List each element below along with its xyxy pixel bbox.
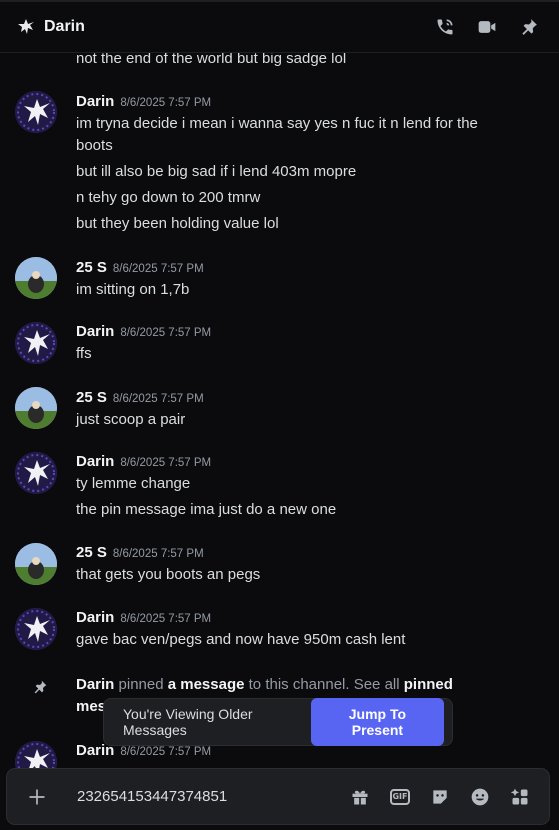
message-author[interactable]: Darin 8/6/2025 7:57 PM <box>76 452 211 473</box>
jump-to-present-button[interactable]: Jump To Present <box>310 698 444 746</box>
message-timestamp: 8/6/2025 7:57 PM <box>120 457 212 469</box>
message-timestamp: 8/6/2025 7:57 PM <box>112 393 204 405</box>
message-text: the pin message ima just do a new one <box>76 501 337 518</box>
message-timestamp: 8/6/2025 7:57 PM <box>120 613 212 625</box>
avatar[interactable] <box>15 452 57 494</box>
message-author[interactable]: Darin 8/6/2025 7:57 PM <box>76 322 211 343</box>
message-composer: GIF <box>6 768 550 825</box>
emoji-icon[interactable] <box>470 787 490 807</box>
gift-icon[interactable] <box>350 787 370 807</box>
phone-call-icon[interactable] <box>435 17 455 37</box>
video-camera-icon[interactable] <box>477 17 497 37</box>
pin-message-link[interactable]: a message <box>168 676 245 693</box>
message-text: n tehy go down to 200 tmrw <box>76 189 261 206</box>
message-timestamp: 8/6/2025 7:57 PM <box>120 746 212 758</box>
pinned-messages-link[interactable]: pinned <box>404 676 453 693</box>
channel-title: Darin <box>44 18 85 35</box>
message-text: but they been holding value lol <box>76 215 279 232</box>
avatar[interactable] <box>15 387 57 429</box>
avatar[interactable] <box>15 543 57 585</box>
pin-system-message: Darin pinned a message to this channel. … <box>76 676 453 693</box>
message-author[interactable]: 25 S 8/6/2025 7:57 PM <box>76 543 204 564</box>
message-input[interactable] <box>77 788 327 805</box>
message-text: ffs <box>76 345 92 362</box>
message-text: boots <box>76 137 113 154</box>
message-text: gave bac ven/pegs and now have 950m cash… <box>76 631 406 648</box>
apps-icon[interactable] <box>510 787 530 807</box>
gif-icon[interactable]: GIF <box>390 788 410 805</box>
sticker-icon[interactable] <box>430 787 450 807</box>
message-author[interactable]: 25 S 8/6/2025 7:57 PM <box>76 388 204 409</box>
avatar[interactable] <box>15 257 57 299</box>
avatar[interactable] <box>15 322 57 364</box>
message-text: just scoop a pair <box>76 411 186 428</box>
message-timestamp: 8/6/2025 7:57 PM <box>120 97 212 109</box>
message-timestamp: 8/6/2025 7:57 PM <box>120 327 212 339</box>
message-timestamp: 8/6/2025 7:57 PM <box>112 548 204 560</box>
channel-header: Darin <box>0 0 559 53</box>
message-list[interactable]: not the end of the world but big sadge l… <box>0 53 559 768</box>
plus-icon[interactable] <box>27 787 47 807</box>
message-text: im tryna decide i mean i wanna say yes n… <box>76 115 478 132</box>
message-text: that gets you boots an pegs <box>76 566 261 583</box>
older-messages-text: You're Viewing Older Messages <box>123 706 253 738</box>
message-author[interactable]: 25 S 8/6/2025 7:57 PM <box>76 258 204 279</box>
message-author[interactable]: Darin 8/6/2025 7:57 PM <box>76 92 211 113</box>
pin-icon[interactable] <box>519 17 539 37</box>
pin-icon <box>34 680 47 694</box>
pin-system-message-wrap: mes <box>76 698 107 715</box>
avatar[interactable] <box>15 608 57 650</box>
message-text: not the end of the world but big sadge l… <box>76 53 347 67</box>
message-text: im sitting on 1,7b <box>76 281 190 298</box>
pin-author[interactable]: Darin <box>76 676 114 693</box>
message-text: ty lemme change <box>76 475 191 492</box>
older-messages-banner: You're Viewing Older Messages Jump To Pr… <box>103 698 453 746</box>
user-avatar[interactable] <box>14 15 38 39</box>
message-timestamp: 8/6/2025 7:57 PM <box>112 263 204 275</box>
avatar[interactable] <box>15 741 57 768</box>
avatar[interactable] <box>15 91 57 133</box>
message-author[interactable]: Darin 8/6/2025 7:57 PM <box>76 608 211 629</box>
message-text: but ill also be big sad if i lend 403m m… <box>76 163 357 180</box>
